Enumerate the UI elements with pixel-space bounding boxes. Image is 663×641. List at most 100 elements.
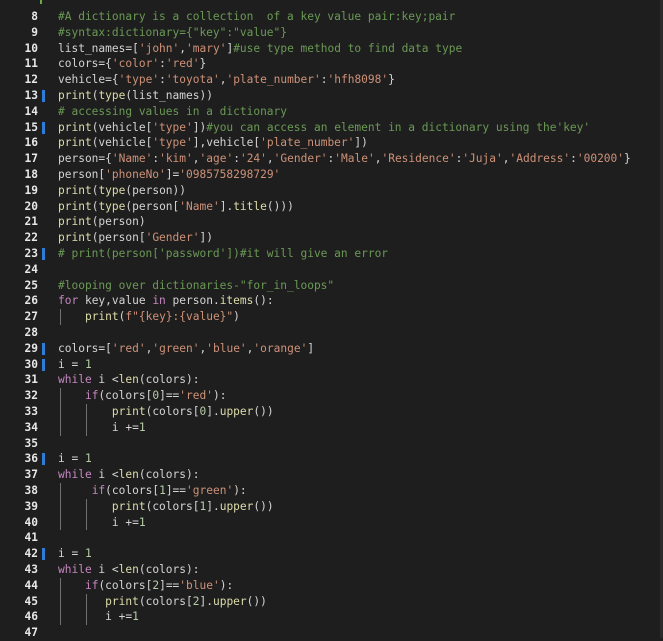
code-line[interactable]: 22 print(person['Gender']): [0, 230, 663, 246]
code-line[interactable]: 31 while i <len(colors):: [0, 372, 663, 388]
code-line[interactable]: 19 print(type(person)): [0, 183, 663, 199]
code-line[interactable]: 42 i = 1: [0, 546, 663, 562]
code-token: 'john': [138, 41, 180, 55]
code-line[interactable]: 40 i +=1: [0, 514, 663, 531]
code-token: # print(person['password'])#it will give…: [58, 247, 389, 260]
code-token: 'blue': [206, 341, 247, 355]
modified-line-marker: [42, 548, 45, 561]
code-token: (list_names)): [125, 89, 213, 102]
code-token: 1: [84, 357, 92, 371]
code-line[interactable]: 20 print(type(person['Name'].title())): [0, 199, 663, 215]
code-text: vehicle={'type':'toyota','plate_number':…: [58, 72, 395, 88]
line-number: 41: [24, 531, 38, 545]
code-text: #syntax:dictionary={"key":"value"}: [58, 25, 287, 41]
code-token: print: [58, 215, 92, 229]
code-token: (colors[: [145, 499, 200, 513]
code-line[interactable]: 15 print(vehicle['type'])#you can access …: [0, 120, 663, 136]
code-token: while: [58, 373, 92, 387]
line-number: 21: [24, 215, 38, 229]
code-line[interactable]: 13 print(type(list_names)): [0, 88, 663, 104]
code-line[interactable]: 47: [0, 625, 663, 641]
code-line[interactable]: 43 while i <len(colors):: [0, 562, 663, 578]
code-token: 'green': [152, 341, 200, 355]
line-number: 13: [24, 89, 38, 102]
code-line[interactable]: 12 vehicle={'type':'toyota','plate_number…: [0, 72, 663, 88]
code-line[interactable]: 30 i = 1: [0, 357, 663, 373]
code-line[interactable]: 28: [0, 325, 663, 341]
code-token: i =: [58, 357, 85, 371]
code-token: if: [84, 578, 99, 592]
code-line[interactable]: 14 # accessing values in a dictionary: [0, 104, 663, 120]
code-text: print(f"{key}:{value}"): [58, 309, 240, 325]
code-line[interactable]: 17 person={'Name':'kim','age':'24','Gende…: [0, 151, 663, 167]
code-text: print(person['Gender']): [58, 230, 213, 246]
code-token: ={: [98, 152, 112, 166]
code-line[interactable]: 11 colors={'color':'red'}: [0, 56, 663, 72]
code-line[interactable]: 9 #syntax:dictionary={"key":"value"}: [0, 25, 663, 41]
code-line[interactable]: 27 print(f"{key}:{value}"): [0, 309, 663, 325]
code-text: for key,value in person.items():: [58, 293, 274, 309]
code-token: 'Gender': [145, 231, 200, 245]
code-line[interactable]: 37 while i <len(colors):: [0, 467, 663, 483]
code-editor[interactable]: 8 #A dictionary is a collection of a key …: [0, 0, 663, 641]
code-token: 1: [138, 515, 146, 529]
code-line[interactable]: 29 colors=['red','green','blue','orange']: [0, 341, 663, 357]
code-line[interactable]: 35: [0, 436, 663, 452]
code-token: ],vehicle[: [192, 136, 261, 150]
code-token: len: [118, 563, 139, 576]
line-number: 45: [24, 594, 38, 608]
code-token: (colors):: [138, 373, 200, 387]
line-number: 30: [24, 357, 38, 371]
code-token: (colors[: [145, 405, 200, 418]
code-token: ,: [179, 41, 187, 55]
code-token: 'Gender': [273, 152, 328, 166]
code-line[interactable]: 46 i +=1: [0, 609, 663, 626]
code-token: 'hfh8098': [327, 73, 389, 87]
line-number: 33: [24, 405, 38, 418]
code-token: i <: [91, 373, 119, 387]
code-token: =[: [125, 41, 139, 55]
code-line[interactable]: 36 i = 1: [0, 451, 663, 467]
code-line[interactable]: 45 print(colors[2].upper()): [0, 593, 663, 610]
code-line[interactable]: 44 if(colors[2]=='blue'):: [0, 577, 663, 594]
code-line[interactable]: 26 for key,value in person.items():: [0, 293, 663, 309]
code-line[interactable]: 23 # print(person['password'])#it will gi…: [0, 246, 663, 262]
code-line[interactable]: 41: [0, 530, 663, 546]
code-line[interactable]: 32 if(colors[0]=='red'):: [0, 388, 663, 404]
line-number: 24: [24, 262, 38, 276]
code-line[interactable]: 25 #looping over dictionaries-"for_in_loo…: [0, 278, 663, 294]
code-text: list_names=['john','mary']#use type meth…: [58, 41, 462, 57]
code-text: #looping over dictionaries-"for_in_loops…: [58, 278, 334, 294]
line-number: 37: [24, 468, 38, 482]
code-token: '00200': [576, 152, 625, 166]
code-token: upper: [212, 594, 247, 608]
code-line[interactable]: 16 print(vehicle['type'],vehicle['plate_n…: [0, 135, 663, 151]
code-text: # print(person['password'])#it will give…: [58, 246, 388, 262]
code-line[interactable]: 33 print(colors[0].upper()): [0, 404, 663, 420]
code-line[interactable]: 18 person['phoneNo']='0985758298729': [0, 167, 663, 183]
modified-line-marker: [42, 121, 45, 134]
code-token: (person[: [125, 199, 180, 213]
code-line[interactable]: 24: [0, 262, 663, 278]
code-line[interactable]: 38 if(colors[1]=='green'):: [0, 483, 663, 499]
code-line[interactable]: 10 list_names=['john','mary']#use type me…: [0, 41, 663, 57]
code-token: :: [159, 73, 166, 87]
code-text: print(type(person)): [58, 183, 186, 199]
code-line[interactable]: 34 i +=1: [0, 419, 663, 436]
code-token: print: [84, 310, 119, 324]
code-line[interactable]: 21 print(person): [0, 214, 663, 230]
line-number: 40: [24, 515, 38, 529]
code-token: #use type method to find data type: [233, 41, 463, 55]
code-token: ]): [199, 231, 213, 245]
code-token: 'Name': [179, 199, 220, 213]
code-text: while i <len(colors):: [58, 372, 199, 388]
code-token: ]==: [159, 389, 180, 403]
code-line[interactable]: 39 print(colors[1].upper()): [0, 498, 663, 515]
code-token: type: [98, 183, 126, 197]
code-token: i +=: [58, 515, 139, 529]
code-token: '0985758298729': [179, 168, 281, 181]
code-line[interactable]: 8 #A dictionary is a collection of a key …: [0, 9, 663, 25]
code-token: 1: [138, 420, 146, 434]
code-token: }: [199, 57, 207, 71]
